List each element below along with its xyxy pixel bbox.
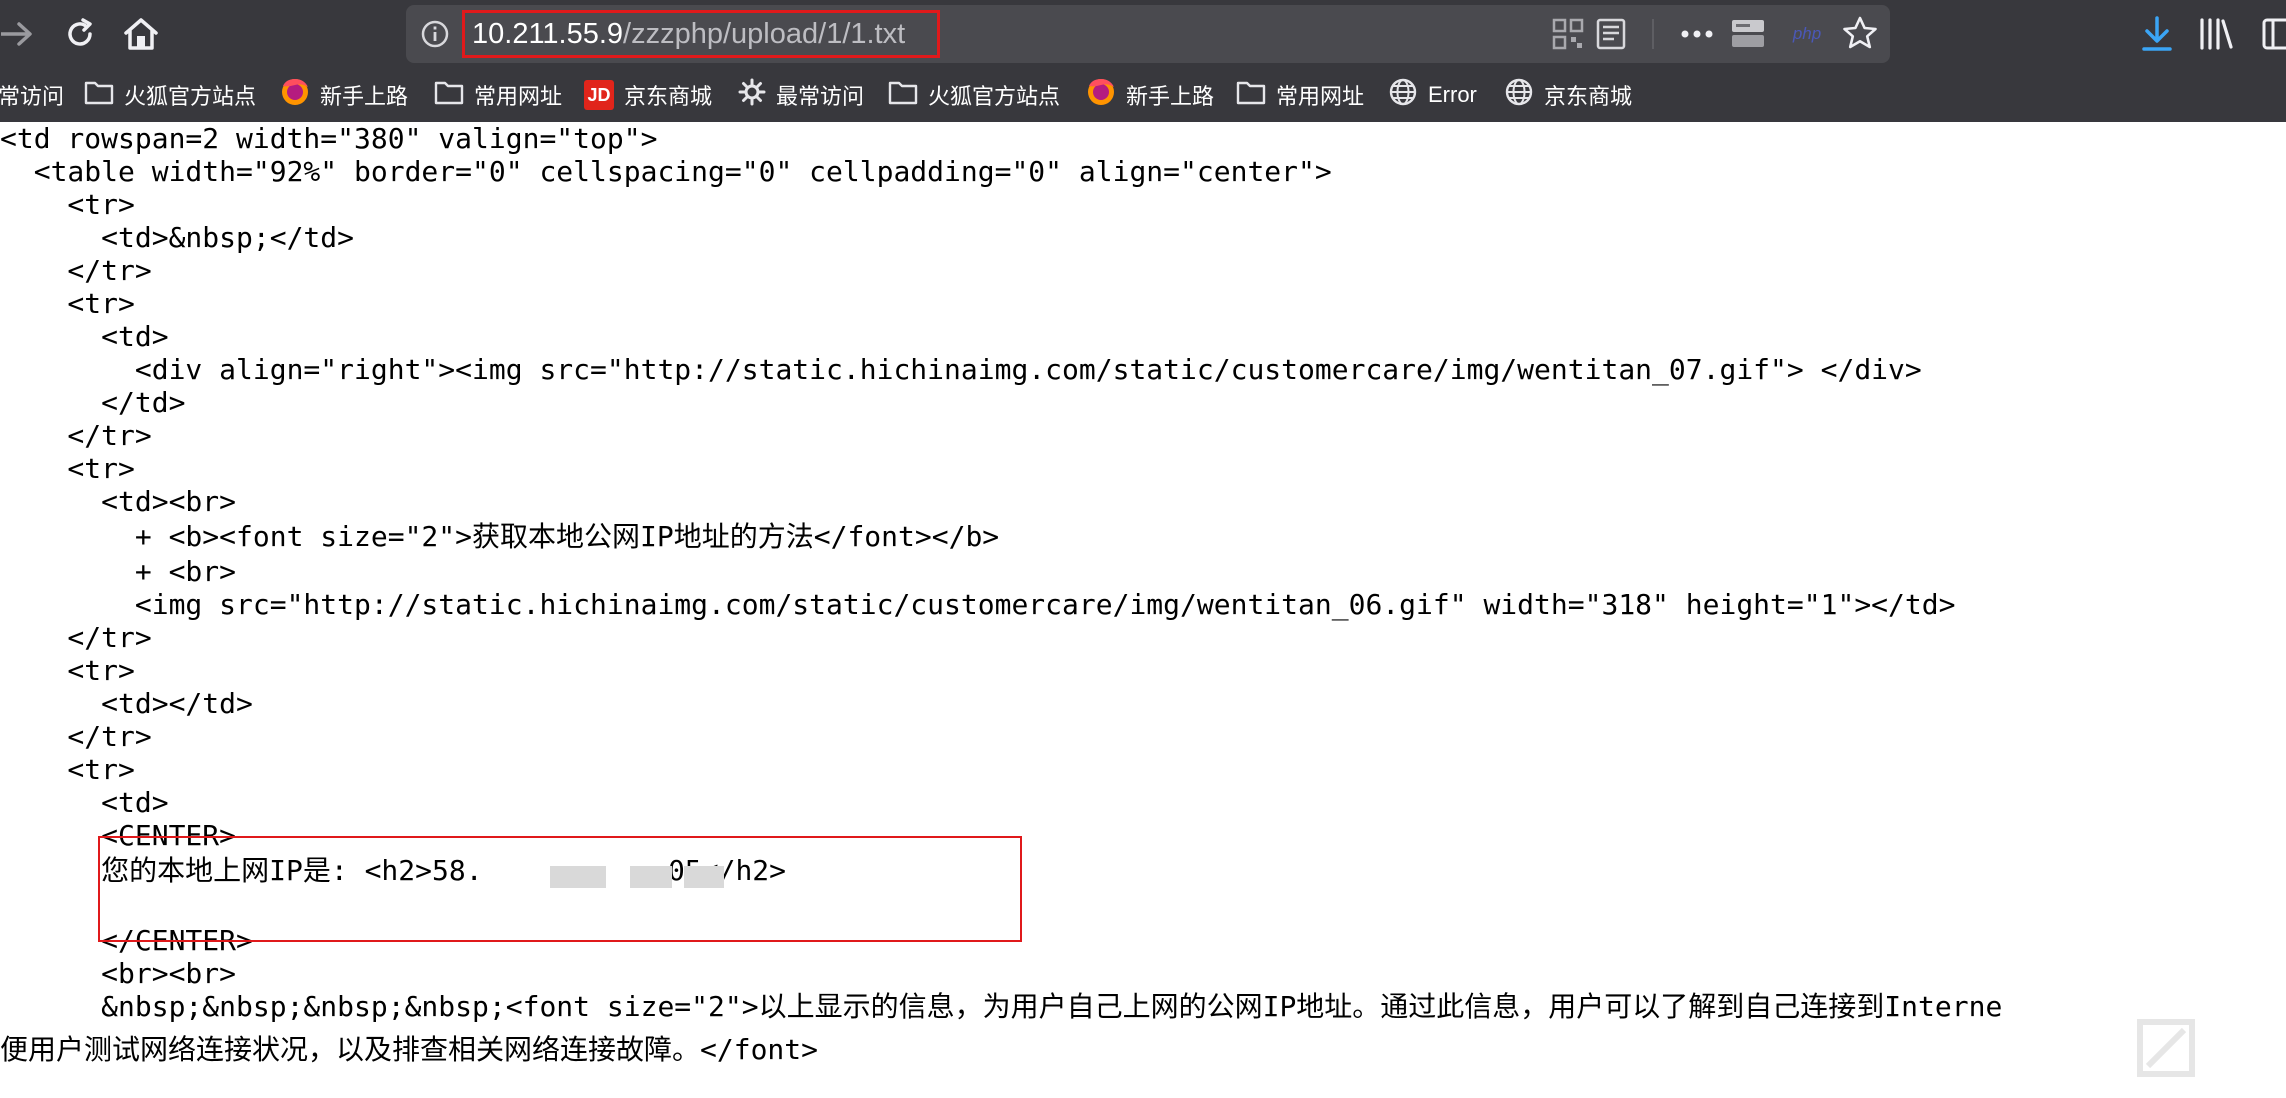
source-line: <tr> xyxy=(0,287,135,320)
bookmark-jd-1[interactable]: JD 京东商城 xyxy=(584,68,712,122)
source-line: 便用户测试网络连接状况，以及排查相关网络连接故障。</font> xyxy=(0,1033,819,1066)
source-line: </tr> xyxy=(0,254,152,287)
source-line: <img src="http://static.hichinaimg.com/s… xyxy=(0,588,1956,621)
download-icon xyxy=(2142,16,2172,51)
qr-code-icon[interactable] xyxy=(1552,18,1584,54)
bookmark-label: 火狐官方站点 xyxy=(124,84,257,109)
bookmark-common-sites-2[interactable]: 常用网址 xyxy=(1236,68,1364,122)
url-host: 10.211.55.9 xyxy=(472,18,624,50)
bookmark-label: 最常访问 xyxy=(776,84,865,109)
library-button[interactable] xyxy=(2196,12,2236,56)
bookmark-most-visited-2[interactable]: 最常访问 xyxy=(738,68,864,122)
bookmark-getting-started-1[interactable]: 新手上路 xyxy=(280,68,408,122)
page-content: <td rowspan=2 width="380" valign="top"> … xyxy=(0,122,2286,1098)
bookmark-firefox-site-2[interactable]: 火狐官方站点 xyxy=(888,68,1060,122)
bookmark-label: 常访问 xyxy=(0,84,65,109)
watermark-mark-icon xyxy=(2137,1019,2195,1077)
bookmarks-toolbar: 常访问 火狐官方站点 新手上路 常用网址 JD 京东商城 最常访问 火狐官方站点… xyxy=(0,68,2286,122)
source-line: <tr> xyxy=(0,654,135,687)
source-line: <td>&nbsp;</td> xyxy=(0,221,355,254)
source-line: + <b><font size="2">获取本地公网IP地址的方法</font>… xyxy=(0,520,1000,553)
source-line: </tr> xyxy=(0,720,152,753)
reload-icon xyxy=(68,18,92,46)
firefox-icon xyxy=(280,77,310,113)
sidebar-icon xyxy=(2262,18,2286,50)
folder-icon xyxy=(888,79,918,111)
source-line: <tr> xyxy=(0,753,135,786)
bookmark-most-visited-1[interactable]: 常访问 xyxy=(0,68,64,122)
jd-icon: JD xyxy=(584,80,614,110)
gear-icon xyxy=(738,78,766,112)
home-icon xyxy=(124,18,158,50)
reader-view-icon[interactable] xyxy=(1596,18,1626,54)
source-line: <tr> xyxy=(0,188,135,221)
source-line: <tr> xyxy=(0,452,135,485)
url-path: /zzzphp/upload/1/1.txt xyxy=(623,18,906,50)
globe-icon xyxy=(1388,77,1418,113)
reload-button[interactable] xyxy=(58,12,102,56)
watermark-logo xyxy=(2136,1018,2256,1092)
source-line: </td> xyxy=(0,386,186,419)
downloads-button[interactable] xyxy=(2138,12,2176,56)
bookmark-common-sites-1[interactable]: 常用网址 xyxy=(434,68,562,122)
home-button[interactable] xyxy=(118,12,164,56)
bookmark-label: 火狐官方站点 xyxy=(928,84,1061,109)
ip-highlight-box xyxy=(98,836,1022,942)
sidebar-button[interactable] xyxy=(2262,12,2286,56)
bookmark-label: 京东商城 xyxy=(624,84,713,109)
bookmark-label: Error xyxy=(1428,82,1477,107)
browser-toolbar: php 10.211.55.9/zzzphp/upload/1/1.txt xyxy=(0,0,2286,68)
folder-icon xyxy=(84,79,114,111)
forward-button[interactable] xyxy=(0,12,36,56)
bookmark-label: 新手上路 xyxy=(320,84,409,109)
source-line: <div align="right"><img src="http://stat… xyxy=(0,353,1922,386)
source-line: </tr> xyxy=(0,419,152,452)
bookmark-label: 京东商城 xyxy=(1544,84,1633,109)
source-line: <table width="92%" border="0" cellspacin… xyxy=(0,155,1332,188)
storage-extension-icon[interactable] xyxy=(1730,16,1766,56)
arrow-right-icon xyxy=(1,22,32,46)
source-line: + <br> xyxy=(0,555,237,588)
source-line: &nbsp;&nbsp;&nbsp;&nbsp;<font size="2">以… xyxy=(0,990,2003,1023)
site-info-icon[interactable] xyxy=(420,19,450,53)
bookmark-label: 常用网址 xyxy=(474,84,563,109)
source-line: <td rowspan=2 width="380" valign="top"> xyxy=(0,122,658,155)
source-line: <td> xyxy=(0,786,169,819)
bookmark-label: 新手上路 xyxy=(1126,84,1215,109)
source-line: <td></td> xyxy=(0,687,253,720)
php-extension-icon[interactable]: php xyxy=(1788,19,1826,49)
globe-icon xyxy=(1504,77,1534,113)
library-icon xyxy=(2200,18,2233,50)
folder-icon xyxy=(1236,79,1266,111)
bookmark-firefox-site-1[interactable]: 火狐官方站点 xyxy=(84,68,256,122)
urlbar-divider xyxy=(1652,19,1654,49)
source-line: <td> xyxy=(0,320,169,353)
folder-icon xyxy=(434,79,464,111)
bookmark-getting-started-2[interactable]: 新手上路 xyxy=(1086,68,1214,122)
page-actions-icon[interactable] xyxy=(1680,21,1714,51)
source-line: </tr> xyxy=(0,621,152,654)
bookmark-star-icon[interactable] xyxy=(1842,15,1878,55)
source-line: <br><br> xyxy=(0,957,237,990)
bookmark-jd-2[interactable]: 京东商城 xyxy=(1504,68,1632,122)
source-line: <td><br> xyxy=(0,485,237,518)
url-text[interactable]: 10.211.55.9/zzzphp/upload/1/1.txt xyxy=(472,14,905,54)
firefox-icon xyxy=(1086,77,1116,113)
bookmark-label: 常用网址 xyxy=(1276,84,1365,109)
bookmark-error[interactable]: Error xyxy=(1388,68,1477,122)
